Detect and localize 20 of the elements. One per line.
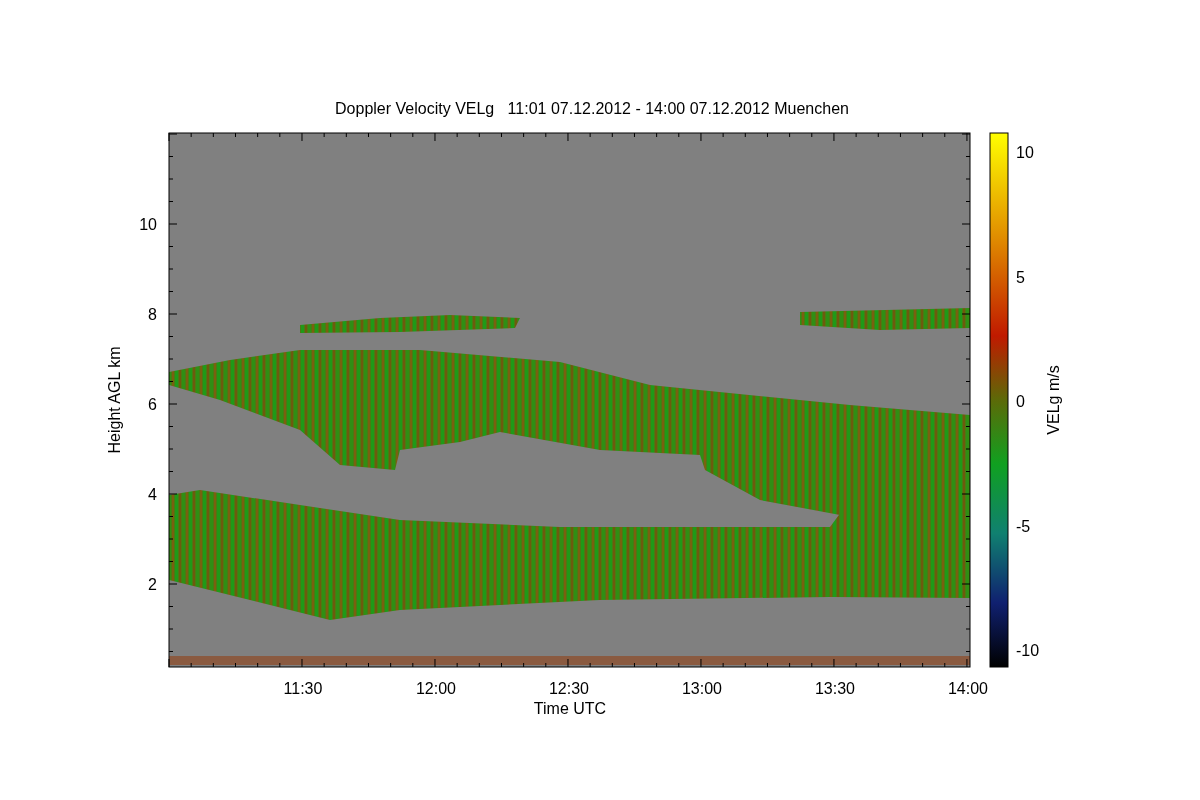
color-scale-title: VELg m/s xyxy=(1045,365,1062,435)
color-scale-label: -10 xyxy=(1016,642,1040,659)
y-tick-label: 10 xyxy=(139,216,157,233)
chart-title: Doppler Velocity VELg 11:01 07.12.2012 - 14:00 07.12.2012 Muenchen xyxy=(335,100,849,117)
color-scale-label: 0 xyxy=(1016,393,1025,410)
color-scale-label: -5 xyxy=(1016,517,1031,535)
x-tick-label: 13:00 xyxy=(682,680,722,697)
y-tick-label: 2 xyxy=(148,576,157,593)
y-tick-label: 8 xyxy=(148,306,157,323)
y-axis-label: Height AGL km xyxy=(106,346,123,454)
color-scale-label: 10 xyxy=(1016,144,1034,161)
x-tick-label: 14:00 xyxy=(948,680,988,697)
x-tick-label: 12:30 xyxy=(549,680,589,697)
x-axis-label: Time UTC xyxy=(533,700,607,717)
y-tick-label: 4 xyxy=(148,486,157,503)
color-scale-label: 5 xyxy=(1016,268,1025,286)
x-tick-label: 13:30 xyxy=(815,680,855,697)
x-tick-label: 12:00 xyxy=(416,680,456,697)
y-tick-label: 6 xyxy=(148,396,157,413)
x-tick-label: 11:30 xyxy=(283,680,323,697)
